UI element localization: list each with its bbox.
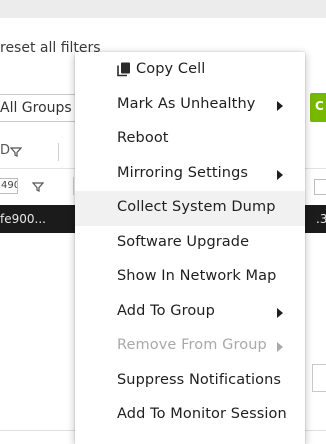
menu-item-label: Suppress Notifications [117, 371, 282, 388]
chevron-right-icon [277, 100, 283, 111]
groups-select-value: All Groups [0, 100, 72, 116]
table-cell: .3 [316, 212, 326, 226]
filter-icon[interactable] [31, 178, 45, 197]
menu-item-label: Mirroring Settings [117, 164, 249, 181]
menu-item-add-to-group[interactable]: Add To Group [75, 295, 305, 330]
green-action-button-label: C [315, 99, 324, 113]
menu-item-label: Reboot [117, 130, 169, 146]
column-divider[interactable] [58, 143, 59, 161]
groups-select[interactable]: All Groups [0, 94, 76, 122]
menu-item-reboot[interactable]: Reboot [75, 122, 305, 157]
menu-item-copy-cell[interactable]: Copy Cell [75, 53, 305, 88]
menu-item-suppress-notifications[interactable]: Suppress Notifications [75, 364, 305, 399]
menu-item-label: Collect System Dump [117, 199, 276, 215]
menu-item-mark-as-unhealthy[interactable]: Mark As Unhealthy [75, 88, 305, 123]
green-action-button[interactable]: C [310, 93, 326, 122]
menu-item-show-in-network-map[interactable]: Show In Network Map [75, 260, 305, 295]
chevron-right-icon [277, 342, 283, 352]
copy-icon [117, 62, 131, 81]
menu-item-label: Software Upgrade [117, 233, 250, 250]
side-control[interactable] [312, 364, 326, 392]
menu-item-software-upgrade[interactable]: Software Upgrade [75, 226, 305, 261]
menu-item-label: Copy Cell [136, 61, 206, 77]
context-menu: Copy Cell Mark As Unhealthy Reboot Mirro… [75, 52, 305, 444]
column-divider[interactable] [73, 177, 74, 195]
column-filter-input[interactable]: 490 [0, 178, 18, 194]
menu-item-label: Remove From Group [117, 337, 267, 353]
table-cell: fe900... [0, 212, 46, 226]
top-bar [0, 0, 326, 18]
menu-item-label: Mark As Unhealthy [117, 95, 256, 112]
menu-item-add-to-monitor-session[interactable]: Add To Monitor Session [75, 398, 305, 433]
chevron-right-icon [277, 169, 283, 180]
column-filter-input[interactable] [314, 179, 326, 195]
filter-icon[interactable] [9, 143, 23, 162]
column-header-text: D [0, 143, 11, 158]
page: reset all filters All Groups C D 490 fe9… [0, 0, 326, 444]
menu-item-mirroring-settings[interactable]: Mirroring Settings [75, 157, 305, 192]
menu-item-remove-from-group: Remove From Group [75, 329, 305, 364]
chevron-right-icon [277, 307, 283, 318]
menu-item-collect-system-dump[interactable]: Collect System Dump [75, 191, 305, 226]
menu-item-label: Add To Group [117, 302, 215, 319]
menu-item-label: Show In Network Map [117, 268, 277, 284]
menu-item-label: Add To Monitor Session [117, 406, 287, 422]
